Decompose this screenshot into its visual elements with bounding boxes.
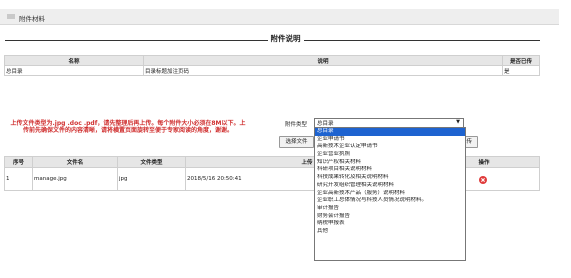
dropdown-option[interactable]: 总目录 [315,128,465,136]
dropdown-option[interactable]: 企业职工总体情况与科技人员情况说明材料。 [315,197,465,205]
dropdown-option[interactable]: 审计报告 [315,205,465,213]
panel-header: 附件材料 [0,9,559,25]
upload-notice: 上传文件类型为.jpg .doc .pdf，请先整理后再上传。每个附件大小必须在… [10,120,246,134]
attachment-description-table: 名称 说明 是否已传 总目录 目录标题加注页码 是 [4,55,540,76]
dropdown-option[interactable]: 企业营业执照 [315,151,465,159]
col-filetype-header: 文件类型 [117,156,186,168]
cell-index: 1 [4,167,33,191]
choose-file-button[interactable]: 选择文件 [279,136,314,148]
dropdown-option[interactable]: 研究开发组织管理相关说明材料 [315,182,465,190]
selected-value: 总目录 [317,121,334,127]
dropdown-option[interactable]: 纳税申报表 [315,220,465,228]
dropdown-option[interactable]: 知识产权相关材料 [315,159,465,167]
col-index-header: 序号 [4,156,33,168]
dropdown-option[interactable]: 科研项目相关说明材料 [315,166,465,174]
dropdown-option[interactable]: 高新技术企业认定申请书 [315,143,465,151]
dropdown-option[interactable]: 科技成果转化及相关说明材料 [315,174,465,182]
delete-icon[interactable] [479,176,487,184]
table-header-row: 名称 说明 是否已传 [4,55,540,66]
col-description-header: 说明 [143,55,503,66]
dropdown-option[interactable]: 企业申请书 [315,136,465,144]
panel-title: 附件材料 [19,15,45,23]
attachment-type-dropdown-list[interactable]: 总目录 企业申请书 高新技术企业认定申请书 企业营业执照 知识产权相关材料 科研… [314,127,466,261]
section-title: 附件说明 [0,33,571,44]
dropdown-option[interactable]: 企业高新技术产品（服务）说明材料 [315,190,465,198]
col-uploaded-header: 是否已传 [502,55,540,66]
panel-marker [7,14,15,19]
dropdown-option[interactable]: 财务会计报告 [315,213,465,221]
cell-name: 总目录 [4,65,144,76]
cell-description: 目录标题加注页码 [143,65,503,76]
dropdown-option[interactable]: 其他 [315,228,465,236]
dropdown-arrow-icon: ▼ [456,119,460,125]
col-name-header: 名称 [4,55,144,66]
col-filename-header: 文件名 [32,156,118,168]
table-row: 总目录 目录标题加注页码 是 [4,65,540,76]
attachment-type-label: 附件类型 [285,122,308,128]
cell-filetype: jpg [117,167,186,191]
cell-filename: manage.jpg [32,167,118,191]
cell-uploaded: 是 [502,65,540,76]
